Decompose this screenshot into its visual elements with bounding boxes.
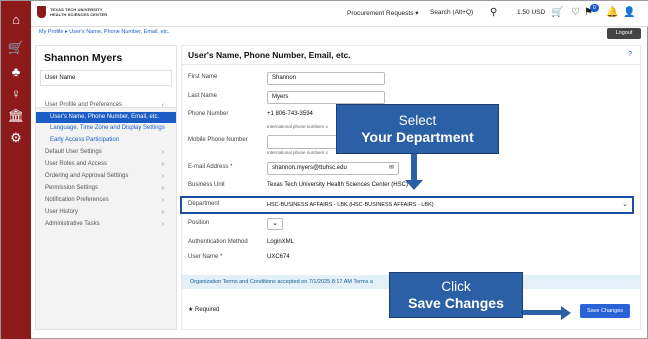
- left-nav-rail: ⌂ 🛒 ♣ ♀ 🏛 ⚙: [1, 1, 31, 339]
- sidebar-item-permissions[interactable]: Permission Settings ›: [36, 183, 176, 194]
- institution-icon[interactable]: 🏛: [1, 107, 31, 125]
- user-summary: Shannon Myers User Name: [36, 46, 176, 108]
- first-name-label: First Name: [188, 74, 218, 80]
- chevron-right-icon: ›: [161, 221, 164, 228]
- chevron-right-icon: ›: [161, 173, 164, 180]
- department-label: Department: [188, 201, 220, 207]
- user-icon[interactable]: 👤: [623, 7, 635, 19]
- logo-line2: HEALTH SCIENCES CENTER: [50, 12, 108, 17]
- divider: [182, 64, 640, 65]
- sidebar-item-early-access[interactable]: Early Access Participation: [36, 135, 176, 146]
- last-name-field[interactable]: Myers: [267, 91, 385, 104]
- sidebar-item-language-timezone[interactable]: Language, Time Zone and Display Settings: [36, 123, 176, 134]
- profile-sidebar: Shannon Myers User Name User Profile and…: [35, 45, 177, 330]
- position-label: Position: [188, 220, 210, 226]
- mobile-label: Mobile Phone Number: [188, 137, 248, 143]
- callout-select-department: Select Your Department: [336, 104, 499, 154]
- save-changes-button[interactable]: Save Changes: [580, 304, 630, 318]
- cart-icon[interactable]: 🛒: [551, 7, 563, 19]
- arrow-right-head-icon: [561, 306, 571, 320]
- last-name-label: Last Name: [188, 93, 218, 99]
- procurement-requests-menu[interactable]: Procurement Requests ▾: [347, 9, 419, 17]
- chevron-right-icon: ›: [161, 197, 164, 204]
- callout-line: Your Department: [361, 129, 474, 145]
- user-name-row: User Name: [40, 70, 172, 86]
- notification-badge: 0: [590, 4, 599, 12]
- first-name-field[interactable]: Shannon: [267, 72, 385, 85]
- position-select[interactable]: ⌄: [267, 218, 283, 230]
- search-icon[interactable]: ⚲: [490, 7, 497, 19]
- callout-save-changes: Click Save Changes: [389, 272, 523, 318]
- arrow-right-icon: [523, 310, 563, 315]
- cart-icon[interactable]: 🛒: [1, 39, 31, 57]
- arrow-down-head-icon: [405, 180, 423, 190]
- chevron-down-icon[interactable]: ⌄: [622, 200, 628, 208]
- chevron-left-icon: ‹: [161, 102, 164, 109]
- sidebar-item-notifications[interactable]: Notification Preferences ›: [36, 195, 176, 206]
- sidebar-item-name-phone-email[interactable]: User's Name, Phone Number, Email, etc.: [36, 112, 176, 123]
- bell-icon[interactable]: 🔔: [606, 7, 618, 19]
- logout-button[interactable]: Logout: [607, 28, 641, 39]
- email-label: E-mail Address *: [188, 164, 233, 170]
- business-unit-label: Business Unit: [188, 182, 225, 188]
- sidebar-item-default-settings[interactable]: Default User Settings ›: [36, 147, 176, 158]
- auth-value: LoginXML: [267, 239, 295, 245]
- app-window: ⌂ 🛒 ♣ ♀ 🏛 ⚙ TEXAS TECH UNIVERSITY HEALTH…: [0, 0, 648, 339]
- business-unit-value: Texas Tech University Health Sciences Ce…: [267, 182, 408, 188]
- auth-label: Authentication Method: [188, 239, 248, 245]
- chevron-right-icon: ›: [161, 209, 164, 216]
- account-icon[interactable]: ♀: [1, 85, 31, 103]
- required-note: ★ Required: [188, 307, 220, 313]
- phone-hint: International phone numbers s: [267, 124, 328, 129]
- cart-balance[interactable]: 1.50 USD: [517, 9, 545, 16]
- sidebar-item-admin-tasks[interactable]: Administrative Tasks ›: [36, 219, 176, 230]
- user-display-name: Shannon Myers: [44, 52, 123, 64]
- chevron-right-icon: ›: [161, 149, 164, 156]
- email-field[interactable]: shannon.myers@ttuhsc.edu ✉: [267, 162, 399, 175]
- logo-shield-icon: [37, 6, 46, 18]
- logo[interactable]: TEXAS TECH UNIVERSITY HEALTH SCIENCES CE…: [37, 6, 107, 18]
- email-icon[interactable]: ✉: [387, 164, 396, 173]
- username-label: User Name *: [188, 254, 223, 260]
- department-row: Department HSC-BUSINESS AFFAIRS - LBK (H…: [180, 196, 634, 214]
- arrow-down-icon: [411, 154, 417, 182]
- callout-line: Save Changes: [408, 295, 504, 311]
- breadcrumb[interactable]: My Profile ▸ User's Name, Phone Number, …: [39, 29, 169, 35]
- home-icon[interactable]: ⌂: [1, 11, 31, 29]
- sidebar-item-ordering-approval[interactable]: Ordering and Approval Settings ›: [36, 171, 176, 182]
- mobile-hint: International phone numbers s: [267, 150, 328, 155]
- settings-icon[interactable]: ⚙: [1, 129, 31, 147]
- callout-line: Select: [398, 113, 437, 128]
- page-title: User's Name, Phone Number, Email, etc.: [188, 50, 351, 60]
- phone-label: Phone Number: [188, 111, 229, 117]
- sidebar-item-profile-preferences[interactable]: User Profile and Preferences ‹: [36, 100, 176, 111]
- sidebar-item-roles-access[interactable]: User Roles and Access ›: [36, 159, 176, 170]
- tasks-icon[interactable]: ♣: [1, 63, 31, 81]
- username-value: UXC674: [267, 254, 290, 260]
- heart-icon[interactable]: ♡: [571, 7, 580, 19]
- sidebar-item-user-history[interactable]: User History ›: [36, 207, 176, 218]
- search-input[interactable]: Search (Alt+Q): [430, 9, 473, 16]
- department-select[interactable]: HSC-BUSINESS AFFAIRS - LBK (HSC-BUSINESS…: [267, 200, 627, 211]
- help-icon[interactable]: ?: [628, 51, 632, 58]
- chevron-right-icon: ›: [161, 161, 164, 168]
- top-bar: TEXAS TECH UNIVERSITY HEALTH SCIENCES CE…: [31, 1, 648, 27]
- callout-line: Click: [441, 279, 471, 294]
- chevron-right-icon: ›: [161, 185, 164, 192]
